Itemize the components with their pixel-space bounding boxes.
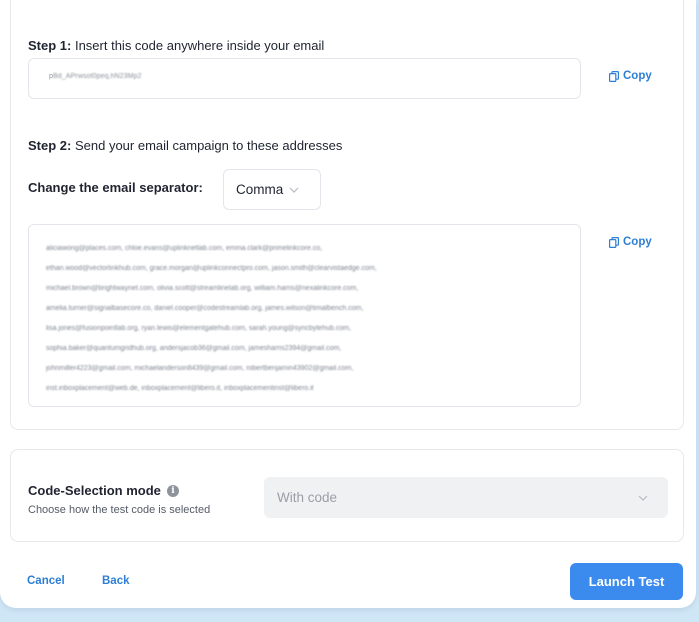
chevron-down-icon — [289, 187, 299, 193]
separator-label: Change the email separator: — [28, 180, 203, 195]
info-icon[interactable]: i — [166, 484, 179, 497]
chevron-down-icon — [638, 495, 648, 501]
address-line: lisa.jones@fusionpointlab.org, ryan.lewi… — [46, 325, 351, 332]
code-value[interactable]: pBd_APrwsot0peq,hN23Mp2 — [49, 73, 142, 80]
copy-icon — [609, 236, 619, 248]
address-line: inst.inboxplacement@web.de, inboxplaceme… — [46, 385, 314, 392]
code-selection-value: With code — [277, 490, 338, 505]
copy-icon — [609, 70, 619, 82]
cancel-button[interactable]: Cancel — [27, 575, 65, 587]
address-line: sophia.baker@quantumgridhub.org, andersj… — [46, 345, 342, 352]
step1-heading: Step 1: Insert this code anywhere inside… — [28, 38, 324, 53]
code-selection-subtitle: Choose how the test code is selected — [28, 504, 211, 516]
address-line: amelia.turner@signalbasecore.co, daniel.… — [46, 305, 364, 312]
launch-test-button[interactable]: Launch Test — [570, 563, 683, 600]
step2-label: Step 2: — [28, 138, 72, 153]
code-box[interactable]: pBd_APrwsot0peq,hN23Mp2 — [28, 58, 581, 99]
back-button[interactable]: Back — [102, 575, 130, 587]
address-line: michael.brown@brightwaynet.com, olivia.s… — [46, 285, 359, 292]
address-line: johnmiller4223@gmail.com, michaelanderso… — [46, 365, 354, 372]
code-selection-card: Code-Selection mode i Choose how the tes… — [10, 449, 684, 542]
step2-text: Send your email campaign to these addres… — [74, 138, 343, 153]
code-selection-select[interactable]: With code — [264, 477, 668, 518]
step1-label: Step 1: — [28, 38, 72, 53]
code-selection-title: Code-Selection mode i — [28, 483, 179, 498]
separator-value: Comma — [236, 182, 284, 197]
address-line: ethan.wood@vectorlinkhub.com, grace.morg… — [46, 265, 377, 272]
copy-addresses-button[interactable]: Copy — [609, 236, 652, 248]
address-list-box[interactable]: aliciawong@places.com, chloe.evans@uplin… — [28, 224, 581, 407]
steps-card: Step 1: Insert this code anywhere inside… — [10, 0, 684, 430]
step1-text: Insert this code anywhere inside your em… — [74, 38, 325, 53]
code-hidden: Bd_APrwsot0peq,hN23Mp2 — [53, 73, 142, 80]
launch-test-dialog: Step 1: Insert this code anywhere inside… — [0, 0, 696, 608]
address-line: aliciawong@places.com, chloe.evans@uplin… — [46, 245, 323, 252]
copy-code-label: Copy — [623, 70, 652, 82]
copy-code-button[interactable]: Copy — [609, 70, 652, 82]
copy-addresses-label: Copy — [623, 236, 652, 248]
step2-heading: Step 2: Send your email campaign to thes… — [28, 138, 342, 153]
code-selection-title-text: Code-Selection mode — [28, 483, 161, 498]
separator-select[interactable]: Comma — [223, 169, 321, 210]
